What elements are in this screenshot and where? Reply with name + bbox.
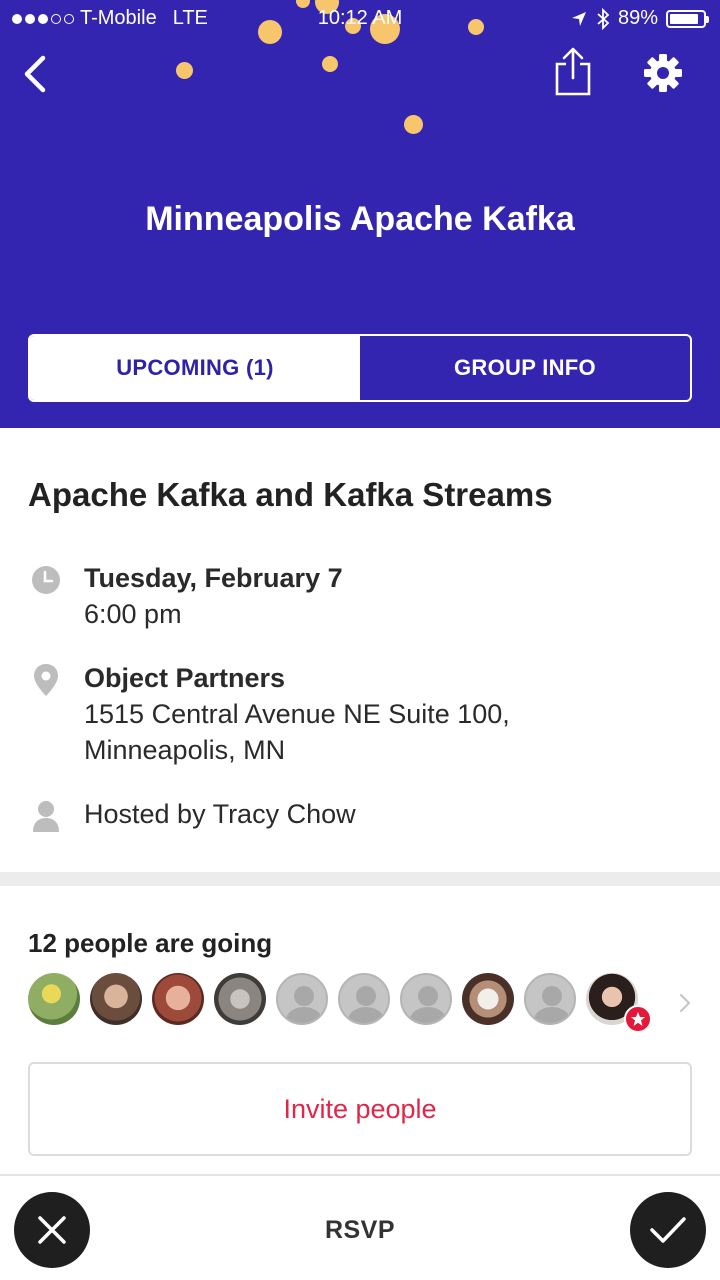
status-bar: T-Mobile LTE 10:12 AM 89% xyxy=(0,0,720,36)
avatar[interactable] xyxy=(524,973,576,1025)
avatar[interactable] xyxy=(400,973,452,1025)
venue-name: Object Partners xyxy=(84,663,286,693)
event-date: Tuesday, February 7 xyxy=(84,563,343,593)
location-pin-icon xyxy=(34,664,58,696)
avatar[interactable] xyxy=(28,973,80,1025)
avatar[interactable] xyxy=(90,973,142,1025)
avatar[interactable] xyxy=(338,973,390,1025)
battery-icon xyxy=(666,9,709,28)
star-badge-icon xyxy=(624,1005,652,1033)
checkmark-icon xyxy=(650,1217,686,1243)
status-indicators: 89% xyxy=(570,7,709,30)
group-header: T-Mobile LTE 10:12 AM 89% Minneapolis Ap… xyxy=(0,0,720,428)
confetti-dot xyxy=(176,62,193,79)
back-button[interactable] xyxy=(14,50,54,98)
invite-people-button[interactable]: Invite people xyxy=(28,1062,692,1156)
venue-address-line2: Minneapolis, MN xyxy=(84,735,286,765)
event-host[interactable]: Hosted by Tracy Chow xyxy=(28,796,356,834)
section-divider xyxy=(0,872,720,886)
venue-address-line1: 1515 Central Avenue NE Suite 100, xyxy=(84,699,510,729)
location-arrow-icon xyxy=(571,11,586,26)
confetti-dot xyxy=(322,56,338,72)
settings-button[interactable] xyxy=(638,48,688,98)
bluetooth-icon xyxy=(597,7,610,30)
event-location[interactable]: Object Partners 1515 Central Avenue NE S… xyxy=(28,660,510,768)
tab-group-info[interactable]: GROUP INFO xyxy=(360,336,690,400)
attendee-count[interactable]: 12 people are going xyxy=(28,928,272,959)
chevron-right-icon[interactable] xyxy=(674,990,696,1016)
tab-upcoming[interactable]: UPCOMING (1) xyxy=(30,336,360,400)
event-datetime: Tuesday, February 7 6:00 pm xyxy=(28,560,343,632)
share-button[interactable] xyxy=(548,44,598,100)
event-title[interactable]: Apache Kafka and Kafka Streams xyxy=(28,476,553,514)
avatar[interactable] xyxy=(152,973,204,1025)
back-chevron-icon xyxy=(24,55,46,93)
group-title: Minneapolis Apache Kafka xyxy=(145,200,575,238)
accept-rsvp-button[interactable] xyxy=(630,1192,706,1268)
event-time: 6:00 pm xyxy=(84,599,182,629)
avatar[interactable] xyxy=(214,973,266,1025)
rsvp-bar: RSVP xyxy=(0,1174,720,1280)
rsvp-label: RSVP xyxy=(324,1216,396,1244)
settings-gear-icon xyxy=(644,54,682,92)
tab-bar: UPCOMING (1) GROUP INFO xyxy=(28,334,692,402)
clock-icon xyxy=(32,566,60,594)
avatar[interactable] xyxy=(462,973,514,1025)
share-icon xyxy=(555,47,591,96)
battery-percent: 89% xyxy=(617,7,658,29)
avatar[interactable] xyxy=(276,973,328,1025)
avatar-organizer[interactable] xyxy=(586,973,652,1033)
host-name: Hosted by Tracy Chow xyxy=(84,799,356,829)
confetti-dot xyxy=(404,115,423,134)
attendee-avatars[interactable] xyxy=(28,973,652,1033)
person-icon xyxy=(33,801,59,832)
